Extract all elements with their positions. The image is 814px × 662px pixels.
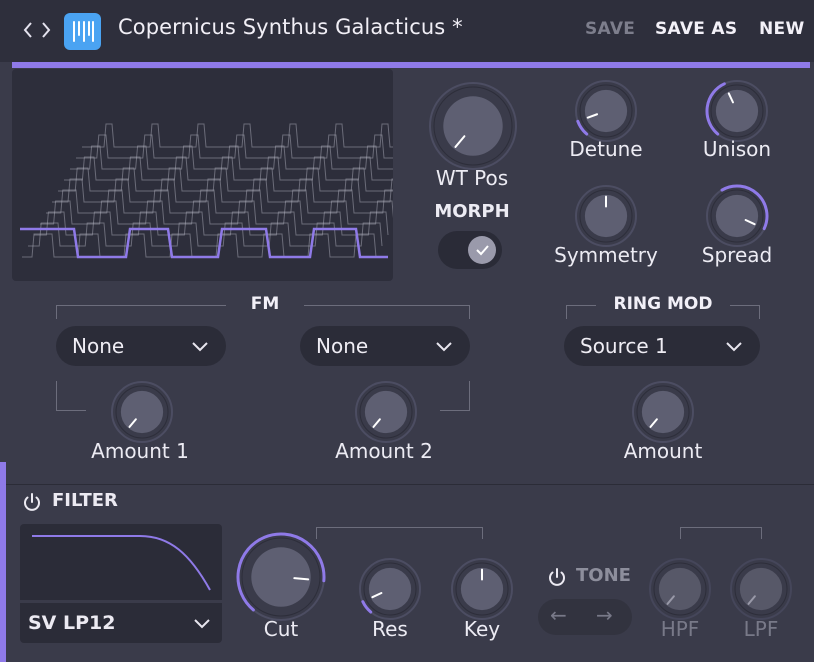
chevron-down-icon — [436, 342, 452, 352]
fm-title: FM — [226, 294, 304, 314]
spread-knob[interactable] — [705, 184, 769, 248]
knob-graphic — [359, 558, 421, 620]
fm-amount-2-label: Amount 2 — [335, 439, 433, 463]
chevron-down-icon — [726, 342, 742, 352]
accent-bar — [12, 62, 810, 68]
knob-graphic — [575, 80, 637, 142]
next-preset-button[interactable] — [38, 14, 54, 46]
ringmod-amount-label: Amount — [623, 439, 703, 463]
filter-title: FILTER — [52, 490, 118, 511]
filter-divider — [0, 484, 814, 485]
knob-graphic — [706, 184, 769, 247]
ringmod-source-value: Source 1 — [580, 334, 668, 358]
hpf-knob[interactable] — [648, 557, 712, 621]
save-button[interactable]: SAVE — [585, 19, 635, 39]
tone-title: TONE — [576, 565, 631, 586]
wt-pos-knob[interactable] — [428, 81, 518, 171]
tone-power-button[interactable] — [545, 565, 569, 589]
filter-power-button[interactable] — [20, 490, 44, 514]
fm-source-1-value: None — [72, 334, 125, 358]
fm-source-2-dropdown[interactable]: None — [300, 326, 470, 366]
knob-graphic — [730, 558, 792, 620]
ringmod-source-dropdown[interactable]: Source 1 — [564, 326, 760, 366]
chevron-right-icon — [42, 22, 51, 38]
key-tracking-knob[interactable] — [450, 557, 514, 621]
knob-graphic — [705, 80, 768, 142]
filter-type-dropdown[interactable]: SV LP12 — [20, 603, 222, 643]
key-tracking-label: Key — [463, 617, 501, 641]
power-icon — [24, 493, 40, 511]
knob-graphic — [429, 82, 517, 170]
symmetry-label: Symmetry — [554, 243, 658, 267]
fm-amount-1-label: Amount 1 — [91, 439, 189, 463]
arrow-right-icon[interactable]: → — [596, 603, 613, 627]
fm-amount-1-knob[interactable] — [110, 380, 174, 444]
toggle-thumb — [468, 236, 496, 264]
knob-graphic — [236, 532, 326, 621]
filter-bracket — [316, 527, 483, 539]
knob-graphic — [451, 558, 513, 620]
knob-graphic — [632, 381, 694, 443]
ringmod-title: RING MOD — [596, 294, 730, 314]
wavetable-graph — [20, 123, 393, 259]
knob-graphic — [111, 381, 173, 443]
knob-graphic — [649, 558, 711, 620]
morph-label: MORPH — [434, 201, 510, 222]
fm-bracket-right — [440, 381, 470, 411]
power-icon — [549, 568, 565, 586]
cutoff-label: Cut — [263, 617, 299, 641]
knob-graphic — [355, 381, 417, 443]
wavetable-logo-icon — [73, 21, 94, 42]
filter-response-graph[interactable] — [20, 524, 222, 600]
save-as-button[interactable]: SAVE AS — [655, 19, 737, 39]
lpf-knob[interactable] — [729, 557, 793, 621]
detune-label: Detune — [569, 137, 643, 161]
lpf-label: LPF — [743, 617, 779, 641]
app-logo — [64, 13, 101, 50]
chevron-down-icon — [194, 619, 210, 629]
arrow-left-icon[interactable]: ← — [550, 603, 567, 627]
fm-source-1-dropdown[interactable]: None — [56, 326, 226, 366]
checkmark-icon — [476, 245, 489, 256]
unison-knob[interactable] — [705, 79, 769, 143]
wavetable-display[interactable] — [12, 69, 393, 281]
filter-curve — [32, 535, 211, 591]
chevron-left-icon — [23, 22, 32, 38]
resonance-knob[interactable] — [358, 557, 422, 621]
detune-knob[interactable] — [574, 79, 638, 143]
wt-pos-label: WT Pos — [435, 166, 509, 190]
new-button[interactable]: NEW — [759, 19, 805, 39]
filter-type-value: SV LP12 — [28, 612, 116, 634]
tone-direction-switch[interactable]: ← → — [538, 599, 632, 635]
unison-label: Unison — [702, 137, 772, 161]
tone-bracket — [680, 527, 762, 539]
filter-accent-bar — [0, 462, 6, 662]
chevron-down-icon — [192, 342, 208, 352]
knob-graphic — [575, 185, 637, 247]
fm-bracket-left — [56, 381, 86, 411]
ringmod-amount-knob[interactable] — [631, 380, 695, 444]
cutoff-knob[interactable] — [236, 532, 326, 622]
prev-preset-button[interactable] — [20, 14, 36, 46]
fm-source-2-value: None — [316, 334, 369, 358]
fm-amount-2-knob[interactable] — [354, 380, 418, 444]
symmetry-knob[interactable] — [574, 184, 638, 248]
preset-name[interactable]: Copernicus Synthus Galacticus * — [118, 15, 463, 39]
spread-label: Spread — [701, 243, 773, 267]
morph-toggle[interactable] — [438, 231, 502, 269]
